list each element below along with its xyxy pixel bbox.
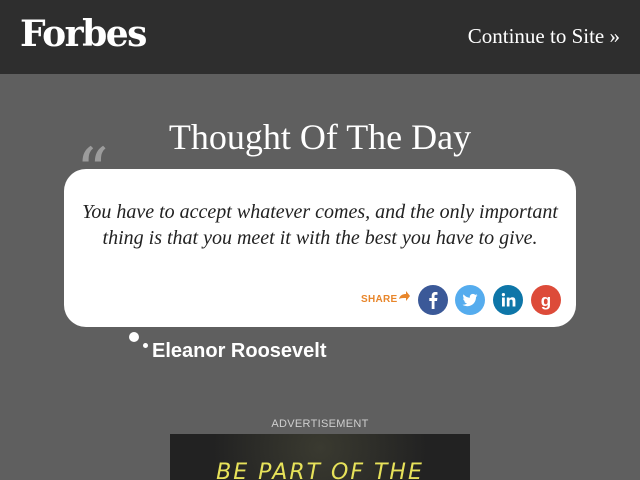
twitter-icon (462, 293, 478, 307)
facebook-icon (429, 292, 438, 309)
twitter-share-button[interactable] (455, 285, 485, 315)
linkedin-icon (501, 293, 516, 307)
ad-headline: BE PART OF THE (216, 460, 424, 480)
share-row: SHARE g (64, 284, 576, 316)
facebook-share-button[interactable] (418, 285, 448, 315)
linkedin-share-button[interactable] (493, 285, 523, 315)
quote-author: Eleanor Roosevelt (152, 340, 327, 362)
forbes-logo[interactable]: Forbes (20, 13, 147, 55)
quote-text: You have to accept whatever comes, and t… (82, 201, 558, 249)
svg-text:g: g (541, 291, 551, 310)
header-bar: Forbes Continue to Site » (0, 0, 640, 74)
share-arrow-icon (399, 291, 410, 301)
advertisement-banner[interactable]: BE PART OF THE (170, 434, 470, 480)
google-share-button[interactable]: g (531, 285, 561, 315)
advertisement-label: ADVERTISEMENT (271, 418, 369, 430)
thought-bubble-dot-small (143, 343, 148, 348)
quote-bubble: You have to accept whatever comes, and t… (64, 169, 576, 327)
thought-bubble-dot-large (129, 332, 139, 342)
google-plus-icon: g (541, 291, 551, 310)
share-label: SHARE (361, 294, 398, 305)
continue-to-site-link[interactable]: Continue to Site » (468, 24, 620, 49)
